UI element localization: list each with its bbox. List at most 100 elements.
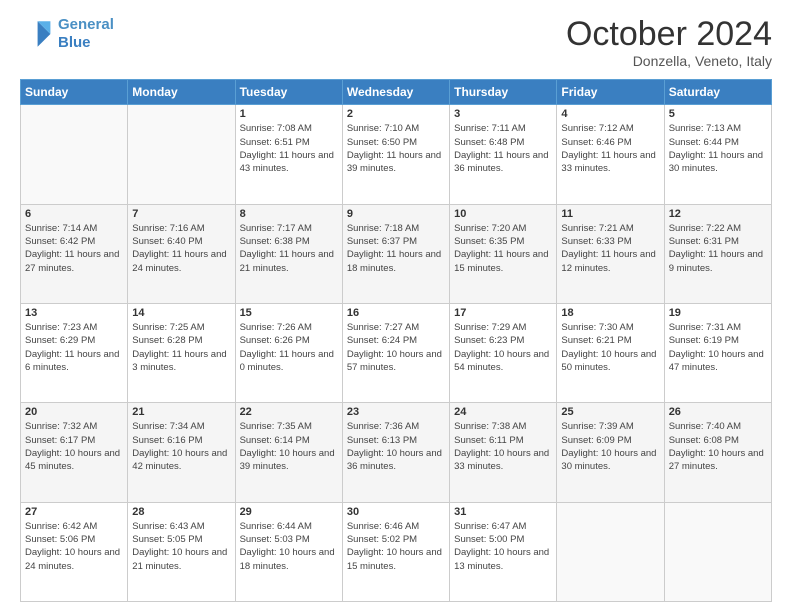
calendar-week-5: 27 Sunrise: 6:42 AM Sunset: 5:06 PM Dayli… (21, 502, 772, 601)
day-detail: Sunrise: 7:20 AM Sunset: 6:35 PM Dayligh… (454, 222, 552, 275)
day-number: 24 (454, 406, 552, 418)
calendar-cell: 9 Sunrise: 7:18 AM Sunset: 6:37 PM Daylig… (342, 204, 449, 303)
day-number: 6 (25, 208, 123, 220)
day-number: 12 (669, 208, 767, 220)
calendar-week-1: 1 Sunrise: 7:08 AM Sunset: 6:51 PM Daylig… (21, 105, 772, 204)
day-header-thursday: Thursday (450, 80, 557, 105)
calendar-cell (557, 502, 664, 601)
day-number: 2 (347, 108, 445, 120)
calendar-cell: 27 Sunrise: 6:42 AM Sunset: 5:06 PM Dayli… (21, 502, 128, 601)
title-block: October 2024 Donzella, Veneto, Italy (566, 16, 772, 69)
calendar-cell: 30 Sunrise: 6:46 AM Sunset: 5:02 PM Dayli… (342, 502, 449, 601)
calendar-week-3: 13Sunrise: 7:23 AM Sunset: 6:29 PM Dayli… (21, 304, 772, 403)
calendar-cell: 16 Sunrise: 7:27 AM Sunset: 6:24 PM Dayli… (342, 304, 449, 403)
calendar-cell: 4 Sunrise: 7:12 AM Sunset: 6:46 PM Daylig… (557, 105, 664, 204)
calendar-cell: 18Sunrise: 7:30 AM Sunset: 6:21 PM Dayli… (557, 304, 664, 403)
day-number: 4 (561, 108, 659, 120)
day-detail: Sunrise: 7:31 AM Sunset: 6:19 PM Dayligh… (669, 321, 767, 374)
day-number: 1 (240, 108, 338, 120)
calendar-cell: 26Sunrise: 7:40 AM Sunset: 6:08 PM Dayli… (664, 403, 771, 502)
logo: General Blue (20, 16, 114, 52)
day-number: 31 (454, 506, 552, 518)
calendar-cell: 31 Sunrise: 6:47 AM Sunset: 5:00 PM Dayli… (450, 502, 557, 601)
day-detail: Sunrise: 7:21 AM Sunset: 6:33 PM Dayligh… (561, 222, 659, 275)
calendar-cell: 23Sunrise: 7:36 AM Sunset: 6:13 PM Dayli… (342, 403, 449, 502)
day-detail: Sunrise: 6:42 AM Sunset: 5:06 PM Dayligh… (25, 520, 123, 573)
location: Donzella, Veneto, Italy (566, 53, 772, 69)
day-header-sunday: Sunday (21, 80, 128, 105)
calendar-week-2: 6 Sunrise: 7:14 AM Sunset: 6:42 PM Daylig… (21, 204, 772, 303)
day-number: 7 (132, 208, 230, 220)
calendar-cell: 10 Sunrise: 7:20 AM Sunset: 6:35 PM Dayli… (450, 204, 557, 303)
day-detail: Sunrise: 7:23 AM Sunset: 6:29 PM Dayligh… (25, 321, 123, 374)
day-number: 5 (669, 108, 767, 120)
day-number: 22 (240, 406, 338, 418)
day-number: 16 (347, 307, 445, 319)
calendar-cell: 17 Sunrise: 7:29 AM Sunset: 6:23 PM Dayli… (450, 304, 557, 403)
day-detail: Sunrise: 7:35 AM Sunset: 6:14 PM Dayligh… (240, 420, 338, 473)
calendar-cell: 6 Sunrise: 7:14 AM Sunset: 6:42 PM Daylig… (21, 204, 128, 303)
day-detail: Sunrise: 6:47 AM Sunset: 5:00 PM Dayligh… (454, 520, 552, 573)
calendar-cell: 20 Sunrise: 7:32 AM Sunset: 6:17 PM Dayli… (21, 403, 128, 502)
day-detail: Sunrise: 7:11 AM Sunset: 6:48 PM Dayligh… (454, 122, 552, 175)
day-header-monday: Monday (128, 80, 235, 105)
calendar-cell (128, 105, 235, 204)
calendar-cell: 25 Sunrise: 7:39 AM Sunset: 6:09 PM Dayli… (557, 403, 664, 502)
month-title: October 2024 (566, 16, 772, 53)
calendar-cell: 19Sunrise: 7:31 AM Sunset: 6:19 PM Dayli… (664, 304, 771, 403)
day-detail: Sunrise: 7:10 AM Sunset: 6:50 PM Dayligh… (347, 122, 445, 175)
calendar-cell: 3 Sunrise: 7:11 AM Sunset: 6:48 PM Daylig… (450, 105, 557, 204)
day-detail: Sunrise: 7:22 AM Sunset: 6:31 PM Dayligh… (669, 222, 767, 275)
header: General Blue October 2024 Donzella, Vene… (20, 16, 772, 69)
day-number: 10 (454, 208, 552, 220)
day-detail: Sunrise: 6:43 AM Sunset: 5:05 PM Dayligh… (132, 520, 230, 573)
day-detail: Sunrise: 7:38 AM Sunset: 6:11 PM Dayligh… (454, 420, 552, 473)
day-detail: Sunrise: 7:18 AM Sunset: 6:37 PM Dayligh… (347, 222, 445, 275)
day-number: 3 (454, 108, 552, 120)
day-number: 25 (561, 406, 659, 418)
calendar-cell: 11 Sunrise: 7:21 AM Sunset: 6:33 PM Dayli… (557, 204, 664, 303)
day-detail: Sunrise: 7:13 AM Sunset: 6:44 PM Dayligh… (669, 122, 767, 175)
day-detail: Sunrise: 7:29 AM Sunset: 6:23 PM Dayligh… (454, 321, 552, 374)
day-header-tuesday: Tuesday (235, 80, 342, 105)
page: General Blue October 2024 Donzella, Vene… (0, 0, 792, 612)
day-detail: Sunrise: 6:46 AM Sunset: 5:02 PM Dayligh… (347, 520, 445, 573)
logo-line1: General (58, 16, 114, 33)
day-number: 28 (132, 506, 230, 518)
logo-icon (20, 18, 52, 50)
logo-text: General Blue (58, 16, 114, 52)
day-number: 27 (25, 506, 123, 518)
calendar-cell: 2 Sunrise: 7:10 AM Sunset: 6:50 PM Daylig… (342, 105, 449, 204)
day-number: 11 (561, 208, 659, 220)
day-number: 15 (240, 307, 338, 319)
day-number: 14 (132, 307, 230, 319)
calendar-cell: 13Sunrise: 7:23 AM Sunset: 6:29 PM Dayli… (21, 304, 128, 403)
day-number: 17 (454, 307, 552, 319)
calendar-cell: 5 Sunrise: 7:13 AM Sunset: 6:44 PM Daylig… (664, 105, 771, 204)
day-detail: Sunrise: 7:40 AM Sunset: 6:08 PM Dayligh… (669, 420, 767, 473)
day-detail: Sunrise: 7:25 AM Sunset: 6:28 PM Dayligh… (132, 321, 230, 374)
day-detail: Sunrise: 7:32 AM Sunset: 6:17 PM Dayligh… (25, 420, 123, 473)
day-number: 30 (347, 506, 445, 518)
calendar-table: SundayMondayTuesdayWednesdayThursdayFrid… (20, 79, 772, 602)
day-detail: Sunrise: 7:14 AM Sunset: 6:42 PM Dayligh… (25, 222, 123, 275)
day-detail: Sunrise: 7:34 AM Sunset: 6:16 PM Dayligh… (132, 420, 230, 473)
day-number: 21 (132, 406, 230, 418)
calendar-cell: 21 Sunrise: 7:34 AM Sunset: 6:16 PM Dayli… (128, 403, 235, 502)
logo-line2: Blue (58, 34, 91, 51)
calendar-cell: 1 Sunrise: 7:08 AM Sunset: 6:51 PM Daylig… (235, 105, 342, 204)
day-detail: Sunrise: 7:39 AM Sunset: 6:09 PM Dayligh… (561, 420, 659, 473)
day-number: 18 (561, 307, 659, 319)
day-detail: Sunrise: 7:12 AM Sunset: 6:46 PM Dayligh… (561, 122, 659, 175)
calendar-cell (664, 502, 771, 601)
calendar-cell: 22 Sunrise: 7:35 AM Sunset: 6:14 PM Dayli… (235, 403, 342, 502)
day-detail: Sunrise: 7:16 AM Sunset: 6:40 PM Dayligh… (132, 222, 230, 275)
day-number: 20 (25, 406, 123, 418)
day-number: 9 (347, 208, 445, 220)
calendar-cell: 28 Sunrise: 6:43 AM Sunset: 5:05 PM Dayli… (128, 502, 235, 601)
day-detail: Sunrise: 7:08 AM Sunset: 6:51 PM Dayligh… (240, 122, 338, 175)
day-detail: Sunrise: 7:27 AM Sunset: 6:24 PM Dayligh… (347, 321, 445, 374)
day-number: 8 (240, 208, 338, 220)
day-header-friday: Friday (557, 80, 664, 105)
day-detail: Sunrise: 7:36 AM Sunset: 6:13 PM Dayligh… (347, 420, 445, 473)
